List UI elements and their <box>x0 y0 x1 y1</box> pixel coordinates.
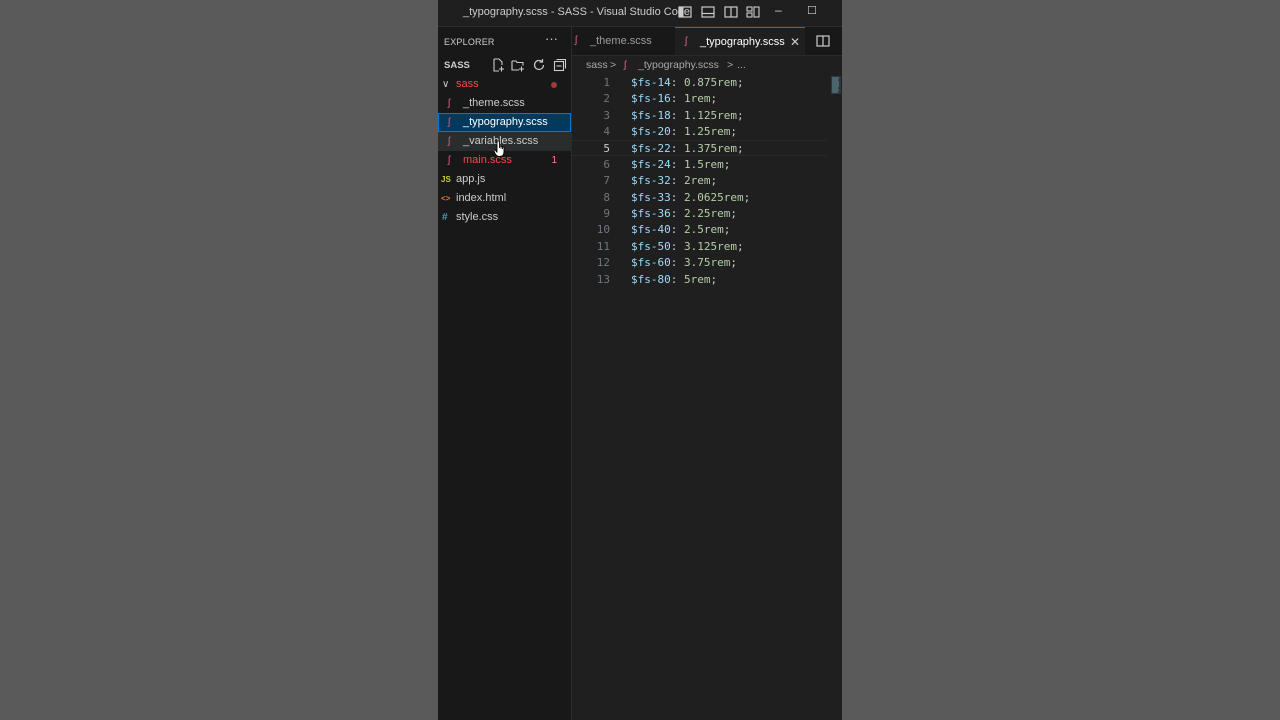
chevron-down-icon: ∨ <box>442 79 450 90</box>
workspace-root-label[interactable]: SASS <box>444 60 470 71</box>
problem-count-badge: 1 <box>551 155 557 166</box>
tree-file-theme[interactable]: ʃ _theme.scss <box>438 94 571 113</box>
code-line: 7 $fs-32: 2rem; <box>603 174 718 187</box>
code-editor[interactable]: 1 $fs-14: 0.875rem; 2 $fs-16: 1rem; 3 $fs-1… <box>572 74 842 720</box>
sass-file-icon: ʃ <box>685 36 688 47</box>
tab-label: _typography.scss <box>700 36 785 48</box>
code-line: 12 $fs-60: 3.75rem; <box>596 256 737 269</box>
breadcrumb-file[interactable]: _typography.scss <box>638 59 719 71</box>
tree-item-label: sass <box>456 78 479 90</box>
css-file-icon: # <box>442 212 448 223</box>
error-dot-icon <box>551 82 557 88</box>
sass-file-icon: ʃ <box>448 155 451 166</box>
breadcrumb-symbols[interactable]: ... <box>737 59 746 71</box>
breadcrumb-separator: > <box>610 59 617 71</box>
sass-file-icon: ʃ <box>624 59 627 71</box>
html-file-icon: <> <box>441 194 451 203</box>
sass-file-icon: ʃ <box>575 35 578 46</box>
tab-theme-scss[interactable]: ʃ _theme.scss <box>572 27 672 55</box>
tree-folder-sass[interactable]: ∨ sass <box>438 75 571 94</box>
explorer-sidebar: EXPLORER ··· SASS ∨ sass ʃ _theme.scss ʃ… <box>438 27 572 720</box>
tree-item-label: index.html <box>456 192 507 204</box>
breadcrumb-folder[interactable]: sass <box>586 59 608 71</box>
new-folder-icon[interactable] <box>511 58 525 72</box>
code-line-current: 5 $fs-22: 1.375rem; <box>572 140 827 156</box>
more-actions-icon[interactable]: ··· <box>545 31 558 46</box>
tab-label: _theme.scss <box>590 35 652 47</box>
tree-item-label: style.css <box>456 211 499 223</box>
code-line: 13 $fs-80: 5rem; <box>596 273 718 286</box>
sass-file-icon: ʃ <box>448 136 451 147</box>
split-editor-icon[interactable] <box>816 34 830 53</box>
toggle-primary-sidebar-icon[interactable] <box>678 5 694 21</box>
tree-item-label: _theme.scss <box>463 97 525 109</box>
code-line: 10 $fs-40: 2.5rem; <box>596 223 731 236</box>
customize-layout-icon[interactable] <box>746 5 762 21</box>
sass-file-icon: ʃ <box>448 98 451 109</box>
code-line: 8 $fs-33: 2.0625rem; <box>603 191 751 204</box>
code-line: 1 $fs-14: 0.875rem; <box>603 76 744 89</box>
vscode-window: _typography.scss - SASS - Visual Studio … <box>438 0 842 720</box>
minimap[interactable] <box>831 76 841 94</box>
explorer-title: EXPLORER <box>444 37 495 47</box>
code-line: 3 $fs-18: 1.125rem; <box>603 109 744 122</box>
breadcrumb: sass > ʃ _typography.scss > ... <box>572 56 842 76</box>
collapse-all-icon[interactable] <box>553 58 567 72</box>
code-line: 4 $fs-20: 1.25rem; <box>603 125 737 138</box>
breadcrumb-separator: > <box>727 59 734 71</box>
minimize-button[interactable]: – <box>775 3 791 19</box>
tree-file-appjs[interactable]: JS app.js <box>438 170 571 189</box>
code-line: 6 $fs-24: 1.5rem; <box>603 158 731 171</box>
code-line: 11 $fs-50: 3.125rem; <box>596 240 744 253</box>
maximize-button[interactable]: ☐ <box>807 4 823 20</box>
sass-file-icon: ʃ <box>448 117 451 128</box>
window-title: _typography.scss - SASS - Visual Studio … <box>463 6 691 18</box>
toggle-secondary-sidebar-icon[interactable] <box>724 5 740 21</box>
title-bar: _typography.scss - SASS - Visual Studio … <box>438 0 842 27</box>
hand-pointer-cursor-icon <box>493 140 508 163</box>
tab-typography-scss[interactable]: ʃ _typography.scss ✕ <box>675 27 805 55</box>
js-file-icon: JS <box>441 175 451 184</box>
tree-item-label: app.js <box>456 173 486 185</box>
code-line: 2 $fs-16: 1rem; <box>603 92 718 105</box>
toggle-panel-icon[interactable] <box>701 5 717 21</box>
code-line: 9 $fs-36: 2.25rem; <box>603 207 737 220</box>
tree-file-typography[interactable]: ʃ _typography.scss <box>438 113 571 132</box>
refresh-icon[interactable] <box>532 58 546 72</box>
editor-tabs: ʃ _theme.scss ʃ _typography.scss ✕ <box>572 27 842 56</box>
tree-item-label: _typography.scss <box>463 116 548 128</box>
new-file-icon[interactable] <box>491 58 505 72</box>
close-tab-icon[interactable]: ✕ <box>790 28 800 56</box>
tree-file-index-html[interactable]: <> index.html <box>438 189 571 208</box>
tree-file-style-css[interactable]: # style.css <box>438 208 571 227</box>
